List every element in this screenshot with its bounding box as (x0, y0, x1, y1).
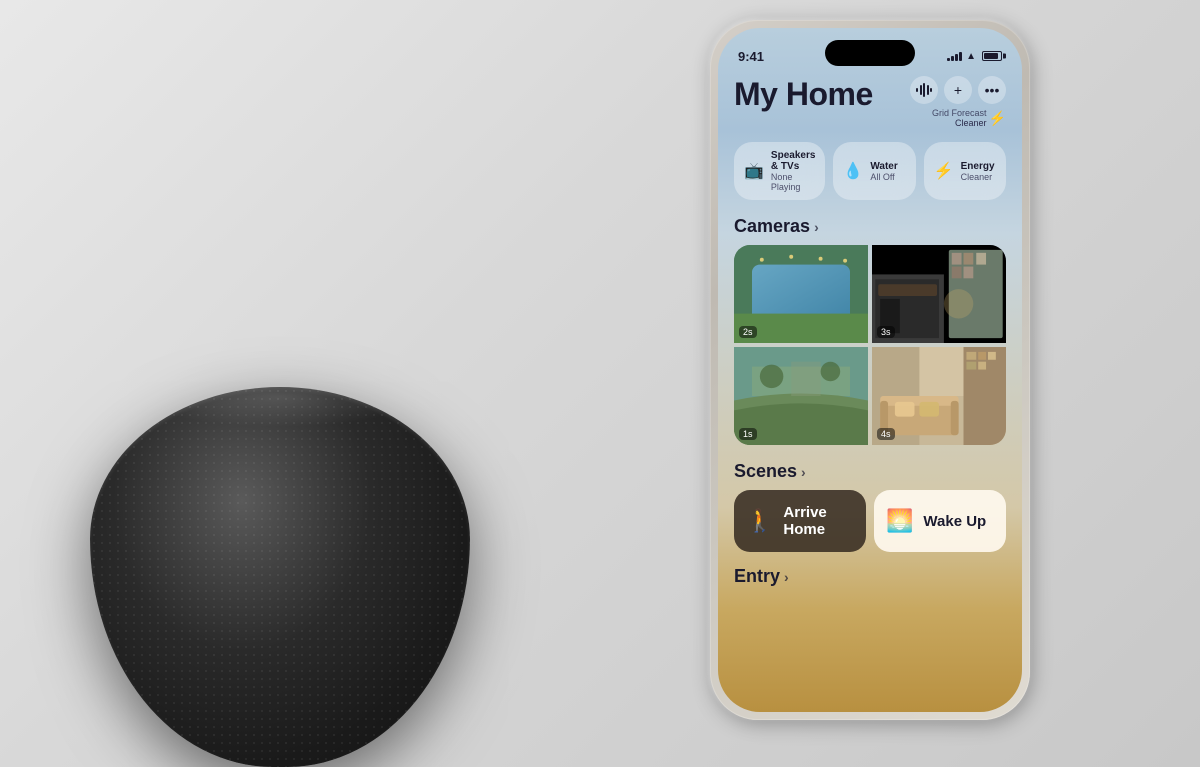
entry-section-header[interactable]: Entry › (734, 566, 1006, 587)
grid-forecast-widget[interactable]: Grid Forecast Cleaner ⚡ (932, 108, 1006, 128)
wifi-icon: ▲ (966, 51, 976, 62)
camera-1-time: 2s (739, 326, 757, 338)
scenes-label: Scenes (734, 461, 797, 482)
wake-up-scene[interactable]: 🌅 Wake Up (874, 490, 1006, 552)
waveform-icon (916, 82, 932, 98)
speakers-tile[interactable]: 📺 Speakers & TVs None Playing (734, 142, 825, 200)
iphone-device: 9:41 ▲ (710, 20, 1030, 720)
battery-icon (982, 51, 1002, 61)
water-tile[interactable]: 💧 Water All Off (833, 142, 915, 200)
wake-up-icon: 🌅 (886, 508, 913, 534)
water-tile-status: All Off (870, 172, 897, 182)
scenes-section-header[interactable]: Scenes › (734, 461, 1006, 482)
camera-2-time: 3s (877, 326, 895, 338)
homepod-body (90, 387, 470, 767)
arrive-home-icon: 🚶 (746, 508, 773, 534)
more-button[interactable]: ••• (978, 76, 1006, 104)
lightning-icon: ⚡ (989, 110, 1006, 127)
dynamic-island (825, 40, 915, 66)
status-icons: ▲ (947, 51, 1002, 62)
more-icon: ••• (985, 82, 1000, 98)
camera-3-time: 1s (739, 428, 757, 440)
page-title: My Home (734, 76, 873, 113)
cameras-chevron: › (814, 219, 819, 235)
entry-chevron: › (784, 569, 789, 585)
arrive-home-label: Arrive Home (783, 504, 854, 538)
wake-up-label: Wake Up (923, 513, 986, 530)
home-header: My Home (734, 76, 1006, 128)
quick-tiles-row: 📺 Speakers & TVs None Playing 💧 Water Al… (734, 142, 1006, 200)
camera-living-room[interactable]: 4s (872, 347, 1006, 445)
scenes-chevron: › (801, 464, 806, 480)
energy-icon: ⚡ (934, 161, 954, 181)
camera-4-time: 4s (877, 428, 895, 440)
camera-indoor[interactable]: 3s (872, 245, 1006, 343)
water-icon: 💧 (843, 161, 863, 181)
camera-pool[interactable]: 2s (734, 245, 868, 343)
grid-forecast-value: Cleaner (932, 118, 987, 128)
scenes-row: 🚶 Arrive Home 🌅 Wake Up (734, 490, 1006, 552)
iphone-frame: 9:41 ▲ (710, 20, 1030, 720)
status-time: 9:41 (738, 49, 764, 64)
iphone-screen: 9:41 ▲ (718, 28, 1022, 712)
cameras-label: Cameras (734, 216, 810, 237)
grid-forecast-label: Grid Forecast (932, 108, 987, 118)
water-tile-name: Water (870, 161, 897, 172)
add-button[interactable]: + (944, 76, 972, 104)
homepod-mesh (90, 387, 470, 767)
homepod-device (60, 167, 540, 767)
energy-tile-name: Energy (961, 161, 995, 172)
content-area: My Home (718, 76, 1022, 712)
waveform-button[interactable] (910, 76, 938, 104)
speakers-icon: 📺 (744, 161, 764, 181)
signal-icon (947, 51, 962, 61)
add-icon: + (954, 82, 962, 98)
cameras-section-header[interactable]: Cameras › (734, 216, 1006, 237)
camera-grid: 2s (734, 245, 1006, 445)
energy-tile-status: Cleaner (961, 172, 995, 182)
speakers-tile-name: Speakers & TVs (771, 150, 815, 172)
header-actions: + ••• (910, 76, 1006, 104)
arrive-home-scene[interactable]: 🚶 Arrive Home (734, 490, 866, 552)
entry-label: Entry (734, 566, 780, 587)
speakers-tile-status: None Playing (771, 172, 815, 192)
camera-garden[interactable]: 1s (734, 347, 868, 445)
header-right: + ••• Grid Forecast Cleaner (910, 76, 1006, 128)
energy-tile[interactable]: ⚡ Energy Cleaner (924, 142, 1006, 200)
